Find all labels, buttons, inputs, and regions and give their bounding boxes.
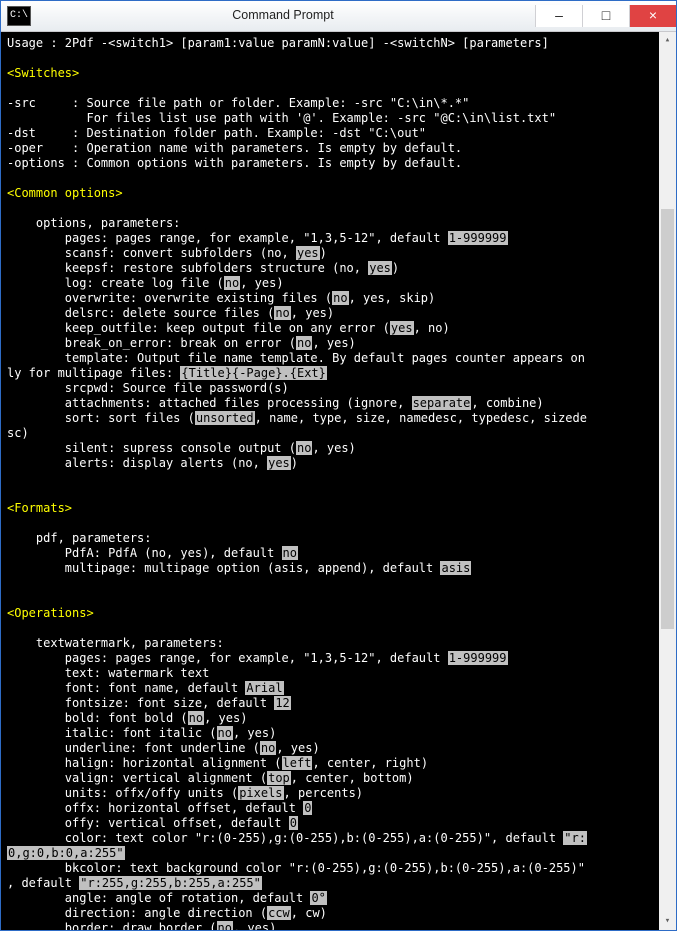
default-value: no [217, 726, 233, 740]
line: bold: font bold (no, yes) [7, 711, 247, 725]
heading-formats: <Formats> [7, 501, 72, 515]
default-value: 0 [303, 801, 312, 815]
default-value: yes [296, 246, 320, 260]
default-value: 1-999999 [448, 651, 508, 665]
line: attachments: attached files processing (… [7, 396, 544, 410]
line: -options : Common options with parameter… [7, 156, 462, 170]
line: text: watermark text [7, 666, 209, 680]
line: direction: angle direction (ccw, cw) [7, 906, 327, 920]
default-value: no [188, 711, 204, 725]
line: 0,g:0,b:0,a:255" [7, 846, 125, 860]
heading-switches: <Switches> [7, 66, 79, 80]
default-value: 0° [310, 891, 326, 905]
scroll-down-icon[interactable]: ▾ [659, 913, 676, 930]
line: For files list use path with '@'. Exampl… [7, 111, 556, 125]
default-value: yes [390, 321, 414, 335]
scrollbar[interactable]: ▴ ▾ [659, 32, 676, 930]
default-value: ccw [267, 906, 291, 920]
default-value: no [224, 276, 240, 290]
line: scansf: convert subfolders (no, yes) [7, 246, 327, 260]
close-button[interactable]: × [629, 5, 676, 27]
line: keepsf: restore subfolders structure (no… [7, 261, 399, 275]
maximize-button[interactable]: □ [582, 5, 629, 27]
default-value: no [282, 546, 298, 560]
line: options, parameters: [7, 216, 180, 230]
line: italic: font italic (no, yes) [7, 726, 276, 740]
line: template: Output file name template. By … [7, 351, 585, 365]
default-value: no [296, 336, 312, 350]
line: keep_outfile: keep output file on any er… [7, 321, 450, 335]
line: font: font name, default Arial [7, 681, 284, 695]
line: pdf, parameters: [7, 531, 152, 545]
line: angle: angle of rotation, default 0° [7, 891, 327, 905]
default-value: left [282, 756, 313, 770]
default-value: separate [412, 396, 472, 410]
line: offx: horizontal offset, default 0 [7, 801, 312, 815]
line: silent: supress console output (no, yes) [7, 441, 356, 455]
scroll-up-icon[interactable]: ▴ [659, 32, 676, 49]
default-value: 1-999999 [448, 231, 508, 245]
line: , default "r:255,g:255,b:255,a:255" [7, 876, 262, 890]
line: offy: vertical offset, default 0 [7, 816, 298, 830]
body: Usage : 2Pdf -<switch1> [param1:value pa… [1, 32, 676, 930]
line: log: create log file (no, yes) [7, 276, 284, 290]
line: break_on_error: break on error (no, yes) [7, 336, 356, 350]
line: -src : Source file path or folder. Examp… [7, 96, 469, 110]
line: units: offx/offy units (pixels, percents… [7, 786, 363, 800]
line: ly for multipage files: {Title}{-Page}.{… [7, 366, 327, 380]
terminal-output[interactable]: Usage : 2Pdf -<switch1> [param1:value pa… [1, 32, 659, 930]
default-value: unsorted [195, 411, 255, 425]
line: srcpwd: Source file password(s) [7, 381, 289, 395]
default-value: Arial [245, 681, 283, 695]
default-value: "r:255,g:255,b:255,a:255" [79, 876, 262, 890]
default-value: 12 [274, 696, 290, 710]
line-usage: Usage : 2Pdf -<switch1> [param1:value pa… [7, 36, 549, 50]
line: pages: pages range, for example, "1,3,5-… [7, 231, 508, 245]
line: sort: sort files (unsorted, name, type, … [7, 411, 587, 425]
line: PdfA: PdfA (no, yes), default no [7, 546, 298, 560]
line: -dst : Destination folder path. Example:… [7, 126, 426, 140]
line: bkcolor: text background color "r:(0-255… [7, 861, 585, 875]
line: valign: vertical alignment (top, center,… [7, 771, 414, 785]
scroll-thumb[interactable] [661, 209, 674, 629]
line: multipage: multipage option (asis, appen… [7, 561, 471, 575]
default-value: no [217, 921, 233, 930]
line: delsrc: delete source files (no, yes) [7, 306, 334, 320]
titlebar[interactable]: C:\ Command Prompt – □ × [1, 1, 676, 32]
default-value: top [267, 771, 291, 785]
default-value: asis [440, 561, 471, 575]
heading-operations: <Operations> [7, 606, 94, 620]
default-value: yes [368, 261, 392, 275]
default-value: no [274, 306, 290, 320]
line: sc) [7, 426, 29, 440]
line: textwatermark, parameters: [7, 636, 224, 650]
default-value: pixels [238, 786, 283, 800]
default-value: no [260, 741, 276, 755]
minimize-button[interactable]: – [535, 5, 582, 27]
app-icon: C:\ [7, 6, 31, 26]
default-value: "r: [563, 831, 587, 845]
default-value: yes [267, 456, 291, 470]
default-value: no [296, 441, 312, 455]
line: alerts: display alerts (no, yes) [7, 456, 298, 470]
line: overwrite: overwrite existing files (no,… [7, 291, 435, 305]
default-value: 0 [289, 816, 298, 830]
line: underline: font underline (no, yes) [7, 741, 320, 755]
line: color: text color "r:(0-255),g:(0-255),b… [7, 831, 587, 845]
default-value: no [332, 291, 348, 305]
line: fontsize: font size, default 12 [7, 696, 291, 710]
window-title: Command Prompt [31, 8, 535, 24]
line: -oper : Operation name with parameters. … [7, 141, 462, 155]
window: C:\ Command Prompt – □ × Usage : 2Pdf -<… [0, 0, 677, 931]
default-value: 0,g:0,b:0,a:255" [7, 846, 125, 860]
default-value: {Title}{-Page}.{Ext} [180, 366, 327, 380]
line: pages: pages range, for example, "1,3,5-… [7, 651, 508, 665]
scroll-track[interactable] [659, 49, 676, 913]
line: border: draw border (no, yes) [7, 921, 276, 930]
heading-common-options: <Common options> [7, 186, 123, 200]
line: halign: horizontal alignment (left, cent… [7, 756, 428, 770]
